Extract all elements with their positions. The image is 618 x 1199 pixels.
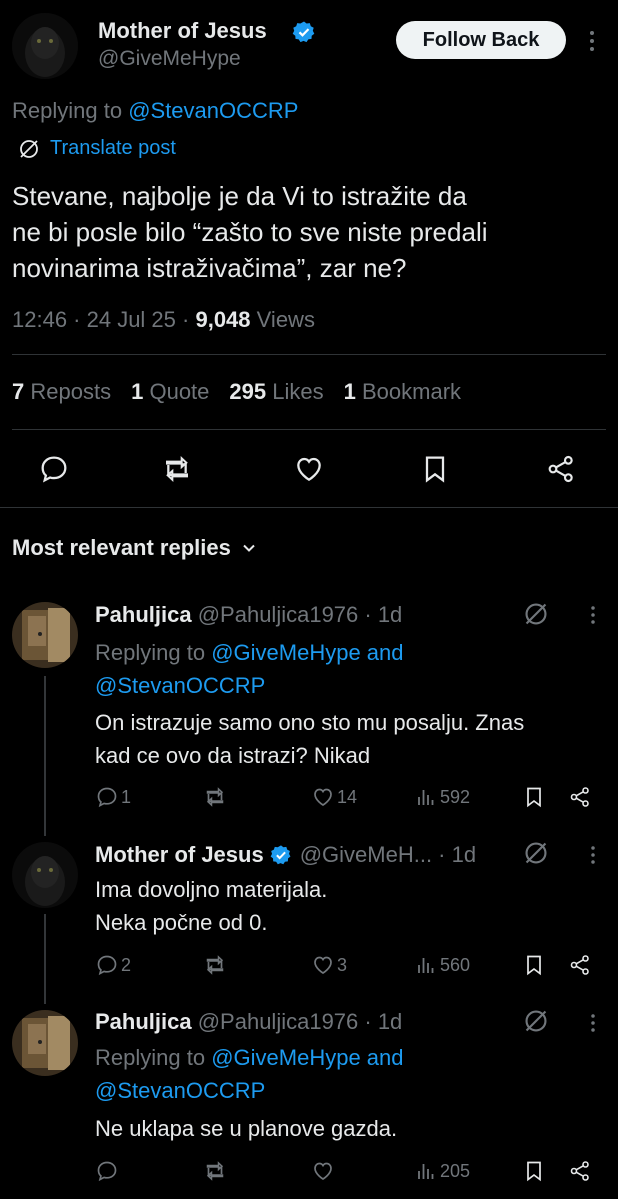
like-icon[interactable] (311, 1159, 335, 1183)
bookmark-icon[interactable] (522, 1159, 546, 1183)
reply-icon[interactable] (38, 453, 70, 485)
reply-author-name[interactable]: Pahuljica (95, 602, 192, 627)
reply-avatar[interactable] (12, 842, 78, 908)
reply-avatar[interactable] (12, 1010, 78, 1076)
translate-icon[interactable] (523, 1008, 549, 1034)
author-avatar[interactable] (12, 13, 78, 79)
engagement-stats: 7 Reposts 1 Quote 295 Likes 1 Bookmark (12, 379, 461, 405)
reply-author-line: Pahuljica @Pahuljica1976 · 1d (95, 602, 402, 628)
more-options-icon[interactable] (584, 30, 600, 52)
reply-views[interactable]: 205 (414, 1159, 470, 1183)
reply-author-line: Mother of Jesus @GiveMeH... · 1d (95, 842, 476, 868)
views-icon (414, 785, 438, 809)
reply-author-name[interactable]: Mother of Jesus (95, 842, 264, 868)
reply-views[interactable]: 592 (414, 785, 470, 809)
translate-icon[interactable] (523, 840, 549, 866)
thread-line (44, 676, 46, 836)
verified-badge-icon (270, 844, 292, 866)
reply-author-line: Pahuljica @Pahuljica1976 · 1d (95, 1009, 402, 1035)
reply-replying-to: Replying to @GiveMeHype and @StevanOCCRP (95, 640, 404, 698)
reply-text: Ima dovoljno materijala. Neka počne od 0… (95, 877, 328, 935)
views-icon (414, 953, 438, 977)
share-icon[interactable] (545, 453, 577, 485)
thread-line (44, 914, 46, 1004)
translate-icon[interactable] (523, 601, 549, 627)
translate-post-link[interactable]: Translate post (18, 137, 176, 160)
reposts-stat[interactable]: 7 Reposts (12, 379, 111, 405)
post-text: Stevane, najbolje je da Vi to istražite … (12, 181, 488, 283)
like-icon (311, 953, 335, 977)
reply-handle-time[interactable]: @GiveMeH... · 1d (300, 842, 476, 868)
share-icon[interactable] (568, 785, 592, 809)
bookmarks-stat[interactable]: 1 Bookmark (344, 379, 461, 405)
like-icon[interactable] (293, 453, 325, 485)
replies-sort-dropdown[interactable]: Most relevant replies (12, 535, 257, 561)
repost-icon[interactable] (203, 953, 227, 977)
views-count: 9,048 (195, 307, 251, 332)
quotes-stat[interactable]: 1 Quote (131, 379, 209, 405)
reply-icon (95, 785, 119, 809)
reply-text: Ne uklapa se u planove gazda. (95, 1116, 398, 1141)
reply-text: On istrazuje samo ono sto mu posalju. Zn… (95, 710, 525, 768)
replying-to-link[interactable]: @StevanOCCRP (128, 98, 298, 123)
views-icon (414, 1159, 438, 1183)
likes-stat[interactable]: 295 Likes (229, 379, 323, 405)
chevron-down-icon (241, 540, 257, 556)
reply-views[interactable]: 560 (414, 953, 470, 977)
verified-badge-icon (292, 20, 316, 44)
divider (12, 354, 606, 355)
reply-handle-time[interactable]: @Pahuljica1976 · 1d (198, 1009, 403, 1034)
share-icon[interactable] (568, 1159, 592, 1183)
reply-replying-to: Replying to @GiveMeHype and @StevanOCCRP (95, 1045, 404, 1103)
reply-like-button[interactable]: 14 (311, 785, 357, 809)
more-options-icon[interactable] (586, 604, 600, 626)
author-handle[interactable]: @GiveMeHype (98, 47, 241, 71)
bookmark-icon[interactable] (522, 785, 546, 809)
author-name[interactable]: Mother of Jesus (98, 18, 267, 44)
translate-icon (18, 138, 40, 160)
post-meta: 12:46 · 24 Jul 25 · 9,048 Views (12, 307, 315, 332)
bookmark-icon[interactable] (419, 453, 451, 485)
more-options-icon[interactable] (586, 1012, 600, 1034)
divider (0, 507, 618, 508)
reply-icon[interactable] (95, 1159, 119, 1183)
follow-back-button[interactable]: Follow Back (396, 21, 566, 59)
reply-icon (95, 953, 119, 977)
reply-handle-time[interactable]: @Pahuljica1976 · 1d (198, 602, 403, 627)
reply-comment-button[interactable]: 1 (95, 785, 131, 809)
repost-icon[interactable] (203, 785, 227, 809)
divider (12, 429, 606, 430)
bookmark-icon[interactable] (522, 953, 546, 977)
share-icon[interactable] (568, 953, 592, 977)
reply-like-button[interactable]: 3 (311, 953, 347, 977)
repost-icon[interactable] (203, 1159, 227, 1183)
repost-icon[interactable] (161, 453, 193, 485)
replying-to: Replying to @StevanOCCRP (12, 98, 299, 123)
reply-author-name[interactable]: Pahuljica (95, 1009, 192, 1034)
like-icon (311, 785, 335, 809)
more-options-icon[interactable] (586, 844, 600, 866)
reply-comment-button[interactable]: 2 (95, 953, 131, 977)
reply-avatar[interactable] (12, 602, 78, 668)
